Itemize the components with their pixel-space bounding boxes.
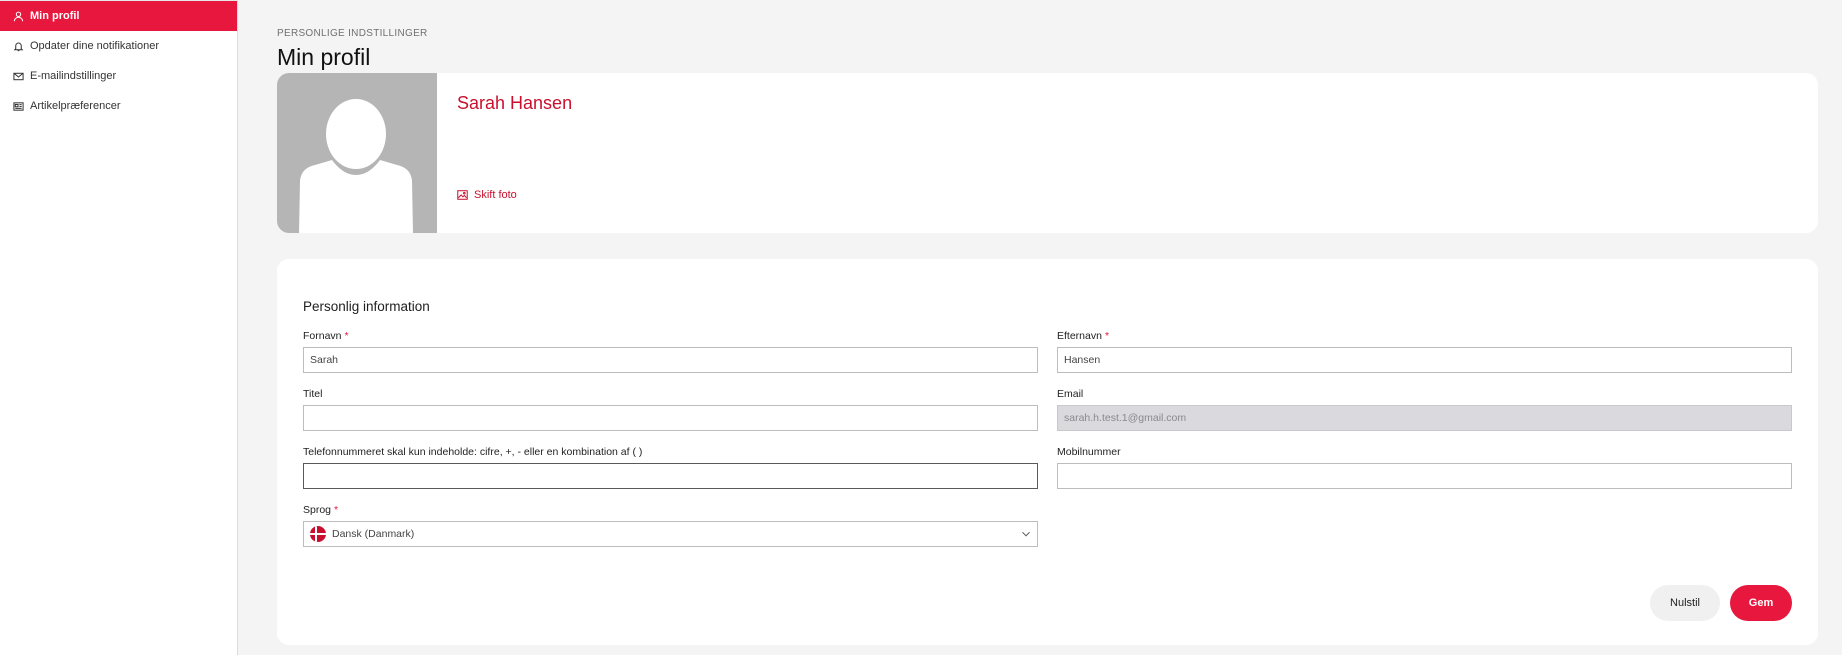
mobile-field-group: Mobilnummer — [1057, 446, 1792, 489]
mobile-input[interactable] — [1057, 463, 1792, 489]
change-photo-link[interactable]: Skift foto — [457, 189, 517, 201]
email-label: Email — [1057, 388, 1084, 400]
reset-button[interactable]: Nulstil — [1650, 585, 1720, 621]
first-name-label: Fornavn * — [303, 330, 349, 342]
profile-name: Sarah Hansen — [457, 93, 573, 113]
phone-label: Telefonnummeret skal kun indeholde: cifr… — [303, 446, 643, 458]
sidebar-item-label: Min profil — [30, 10, 80, 22]
email-input — [1057, 405, 1792, 431]
save-button[interactable]: Gem — [1730, 585, 1792, 621]
image-icon — [457, 190, 468, 200]
title-label: Titel — [303, 388, 323, 400]
last-name-field-group: Efternavn * — [1057, 330, 1792, 373]
change-photo-label: Skift foto — [474, 189, 517, 201]
mobile-label: Mobilnummer — [1057, 446, 1121, 458]
last-name-label: Efternavn * — [1057, 330, 1110, 342]
personal-info-card: Personlig information Fornavn* Efternavn… — [277, 259, 1818, 645]
avatar-placeholder-icon — [299, 99, 413, 233]
last-name-input[interactable] — [1057, 347, 1792, 373]
language-select[interactable]: Dansk (Danmark) — [303, 521, 1038, 547]
profile-card: Sarah Hansen Skift foto — [277, 73, 1818, 233]
sidebar-item-notifications[interactable]: Opdater dine notifikationer — [0, 31, 237, 61]
title-input[interactable] — [303, 405, 1038, 431]
user-icon — [12, 10, 24, 22]
email-field-group: Email — [1057, 388, 1792, 431]
chevron-down-icon — [1022, 531, 1030, 537]
sidebar-item-label: E-mailindstillinger — [30, 70, 117, 82]
sidebar-item-email-settings[interactable]: E-mailindstillinger — [0, 61, 237, 91]
language-label: Sprog * — [303, 504, 339, 516]
language-selected-value: Dansk (Danmark) — [332, 528, 415, 540]
avatar — [277, 73, 437, 233]
denmark-flag-icon — [310, 526, 326, 542]
sidebar-item-label: Artikelpræferencer — [30, 100, 121, 112]
phone-field-group: Telefonnummeret skal kun indeholde: cifr… — [303, 446, 1038, 489]
page-title: Min profil — [277, 44, 371, 70]
first-name-input[interactable] — [303, 347, 1038, 373]
sidebar: Min profil Opdater dine notifikationer E… — [0, 0, 238, 655]
sidebar-item-min-profil[interactable]: Min profil — [0, 1, 237, 31]
language-field-group: Sprog * Dansk (Danmark) — [303, 504, 1038, 547]
bell-icon — [12, 40, 24, 52]
sidebar-item-article-preferences[interactable]: Artikelpræferencer — [0, 91, 237, 121]
first-name-field-group: Fornavn * — [303, 330, 1038, 373]
sidebar-item-label: Opdater dine notifikationer — [30, 40, 160, 52]
title-field-group: Titel — [303, 388, 1038, 431]
article-icon — [12, 100, 24, 112]
phone-input[interactable] — [303, 463, 1038, 489]
section-title: Personlig information — [303, 299, 430, 314]
page-kicker: PERSONLIGE INDSTILLINGER — [277, 28, 428, 39]
envelope-icon — [12, 70, 24, 82]
